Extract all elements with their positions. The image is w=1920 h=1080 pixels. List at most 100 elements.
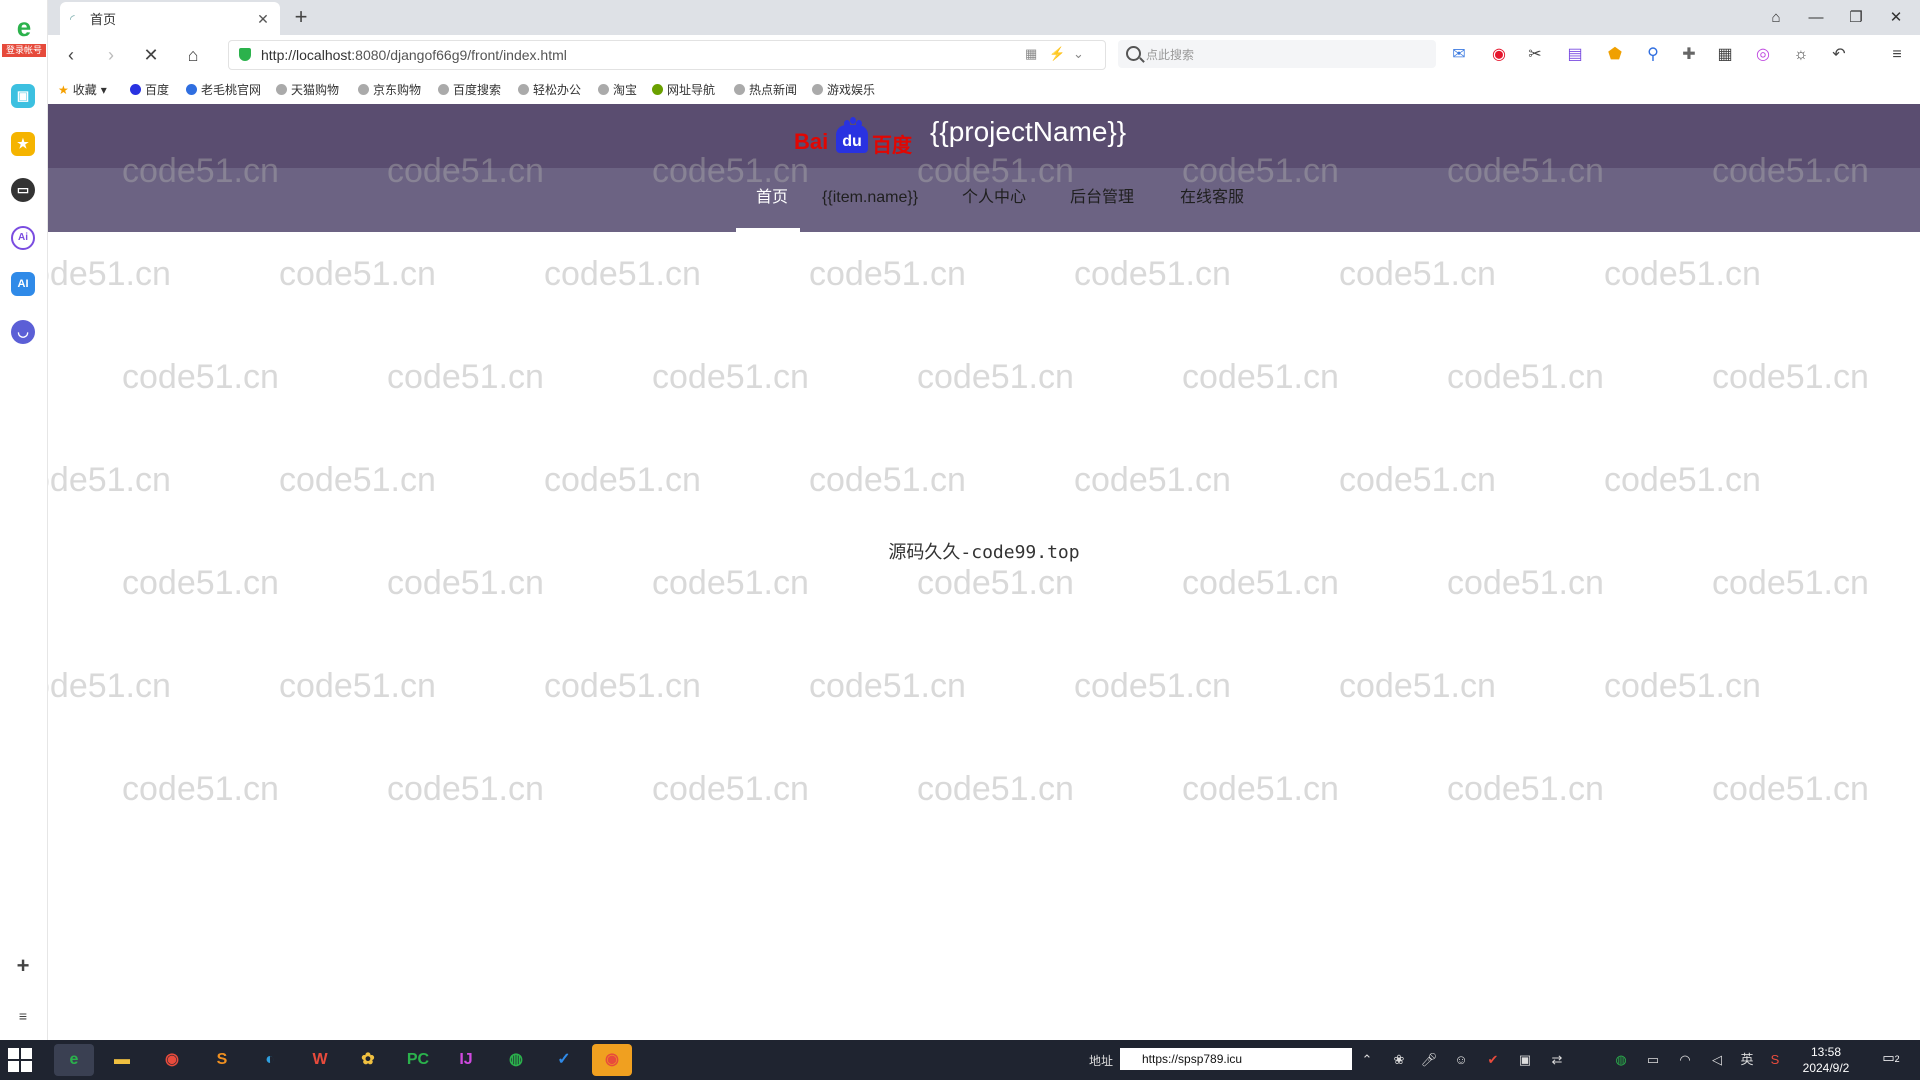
back-button[interactable]: ‹: [58, 43, 84, 67]
watermark-text: code51.cn: [544, 255, 701, 293]
bookmark-taobao[interactable]: 淘宝: [598, 81, 637, 98]
shield-icon[interactable]: ⬟: [1604, 44, 1626, 66]
baidu-icon: [130, 84, 141, 95]
center-text: 源码久久-code99.top: [888, 542, 1080, 563]
browser-app-icon[interactable]: e: [54, 1044, 94, 1076]
close-icon[interactable]: ✕: [252, 8, 274, 30]
watermark-text: code51.cn: [1447, 358, 1604, 396]
intellij-icon[interactable]: IJ: [446, 1044, 486, 1076]
bookmark-favorites[interactable]: ★ 收藏 ▾: [58, 81, 107, 98]
bookmark-jd[interactable]: 京东购物: [358, 81, 421, 98]
lightning-icon[interactable]: ⚡: [1049, 46, 1065, 62]
watermark-text: code51.cn: [652, 358, 809, 396]
forward-button[interactable]: ›: [98, 43, 124, 67]
qr-code-icon[interactable]: ▦: [1025, 46, 1037, 62]
home-button[interactable]: ⌂: [180, 43, 206, 67]
search-input[interactable]: 点此搜索: [1118, 40, 1436, 68]
bookmark-navigation[interactable]: 网址导航: [652, 81, 715, 98]
new-tab-button[interactable]: +: [288, 4, 314, 30]
restore-button[interactable]: ❐: [1836, 0, 1876, 35]
file-explorer-icon[interactable]: ▬: [102, 1044, 142, 1076]
site-menu: 首页 {{item.name}} 个人中心 后台管理 在线客服: [48, 168, 1920, 232]
network-icon[interactable]: ❀: [1390, 1050, 1408, 1070]
menu-item-placeholder[interactable]: {{item.name}}: [822, 168, 918, 232]
address-bar[interactable]: http://localhost:8080/djangof66g9/front/…: [228, 40, 1106, 70]
wifi-icon[interactable]: ◠: [1676, 1050, 1694, 1070]
list-icon[interactable]: ≡: [11, 1004, 35, 1028]
volume-icon[interactable]: ◁: [1708, 1050, 1726, 1070]
menu-item-profile[interactable]: 个人中心: [962, 168, 1026, 232]
bookmark-office[interactable]: 轻松办公: [518, 81, 581, 98]
menu-icon[interactable]: ≡: [1886, 44, 1908, 66]
bookmark-label: 热点新闻: [749, 83, 798, 97]
bookmark-tmall[interactable]: 天猫购物: [276, 81, 339, 98]
chevron-down-icon[interactable]: ⌄: [1073, 46, 1084, 62]
menu-item-support[interactable]: 在线客服: [1180, 168, 1244, 232]
antivirus-icon[interactable]: ✔: [1484, 1050, 1502, 1070]
mail-icon[interactable]: ✉: [1448, 44, 1470, 66]
star-icon[interactable]: ★: [11, 132, 35, 156]
chat-icon[interactable]: ▣: [11, 84, 35, 108]
user-icon[interactable]: ☺: [1452, 1050, 1470, 1070]
scissors-icon[interactable]: ✂: [1524, 44, 1546, 66]
watermark-text: code51.cn: [1074, 461, 1231, 499]
wps-icon[interactable]: W: [300, 1044, 340, 1076]
chrome-active-icon[interactable]: ◉: [592, 1044, 632, 1076]
watermark-text: code51.cn: [652, 770, 809, 808]
watermark-text: code51.cn: [809, 461, 966, 499]
apps-icon[interactable]: ▦: [1714, 44, 1736, 66]
browser-logo-icon[interactable]: e: [10, 14, 38, 40]
windows-start-icon[interactable]: [8, 1048, 34, 1072]
ai-icon[interactable]: Ai: [11, 226, 35, 250]
watermark-text: code51.cn: [279, 667, 436, 705]
window-icon[interactable]: ▣: [1516, 1050, 1534, 1070]
chrome-icon[interactable]: ◉: [152, 1044, 192, 1076]
edge-icon[interactable]: ◐: [250, 1044, 290, 1076]
magnifier-icon[interactable]: ⚲: [1642, 44, 1664, 66]
microphone-icon[interactable]: 🎤︎: [1420, 1050, 1438, 1070]
menu-item-home[interactable]: 首页: [756, 168, 788, 232]
close-window-button[interactable]: ✕: [1876, 0, 1916, 35]
stop-button[interactable]: ✕: [138, 43, 164, 67]
vpn-icon[interactable]: ✓: [544, 1044, 584, 1076]
bookmark-baidu-search[interactable]: 百度搜索: [438, 81, 501, 98]
sync-icon[interactable]: ⇄: [1548, 1050, 1566, 1070]
game-icon[interactable]: ▭: [11, 178, 35, 202]
pin-icon[interactable]: ⌂: [1756, 0, 1796, 35]
extensions-icon[interactable]: ✚: [1678, 44, 1700, 66]
taskbar-address-input[interactable]: https://spsp789.icu: [1120, 1048, 1352, 1070]
notification-icon[interactable]: ▭2: [1880, 1050, 1902, 1070]
bookmark-label: 网址导航: [667, 83, 716, 97]
site-logo[interactable]: Bai du 百度: [792, 115, 912, 157]
watermark-text: code51.cn: [48, 667, 171, 705]
chevron-up-icon[interactable]: ⌃: [1358, 1050, 1376, 1070]
tab-home[interactable]: ◜ 首页 ✕: [60, 2, 280, 35]
clock[interactable]: 13:58 2024/9/2: [1790, 1044, 1862, 1076]
pycharm-icon[interactable]: PC: [398, 1044, 438, 1076]
search-icon: [1126, 46, 1141, 61]
bookmark-baidu[interactable]: 百度: [130, 81, 169, 98]
sogou-icon[interactable]: S: [1766, 1050, 1784, 1070]
minimize-button[interactable]: —: [1796, 0, 1836, 35]
add-icon[interactable]: +: [11, 954, 35, 978]
battery-icon[interactable]: ▭: [1644, 1050, 1662, 1070]
color-wheel-icon[interactable]: ◎: [1752, 44, 1774, 66]
bookmark-news[interactable]: 热点新闻: [734, 81, 797, 98]
wechat-tray-icon[interactable]: ◍: [1612, 1050, 1630, 1070]
weibo-icon[interactable]: ◉: [1488, 44, 1510, 66]
ai-assistant-icon[interactable]: AI: [11, 272, 35, 296]
bookmark-games[interactable]: 游戏娱乐: [812, 81, 875, 98]
login-account-button[interactable]: 登录帐号: [2, 44, 46, 57]
watermark-text: code51.cn: [48, 461, 171, 499]
bookmark-laomaotao[interactable]: 老毛桃官网: [186, 81, 261, 98]
sublime-icon[interactable]: S: [202, 1044, 242, 1076]
translate-icon[interactable]: ▤: [1564, 44, 1586, 66]
menu-item-admin[interactable]: 后台管理: [1070, 168, 1134, 232]
ime-indicator[interactable]: 英: [1738, 1050, 1756, 1070]
navicat-icon[interactable]: ✿: [348, 1044, 388, 1076]
undo-icon[interactable]: ↶: [1828, 44, 1850, 66]
watermark-text: code51.cn: [1182, 564, 1339, 602]
robot-icon[interactable]: ◡: [11, 320, 35, 344]
wechat-icon[interactable]: ◍: [496, 1044, 536, 1076]
brightness-icon[interactable]: ☼: [1790, 44, 1812, 66]
